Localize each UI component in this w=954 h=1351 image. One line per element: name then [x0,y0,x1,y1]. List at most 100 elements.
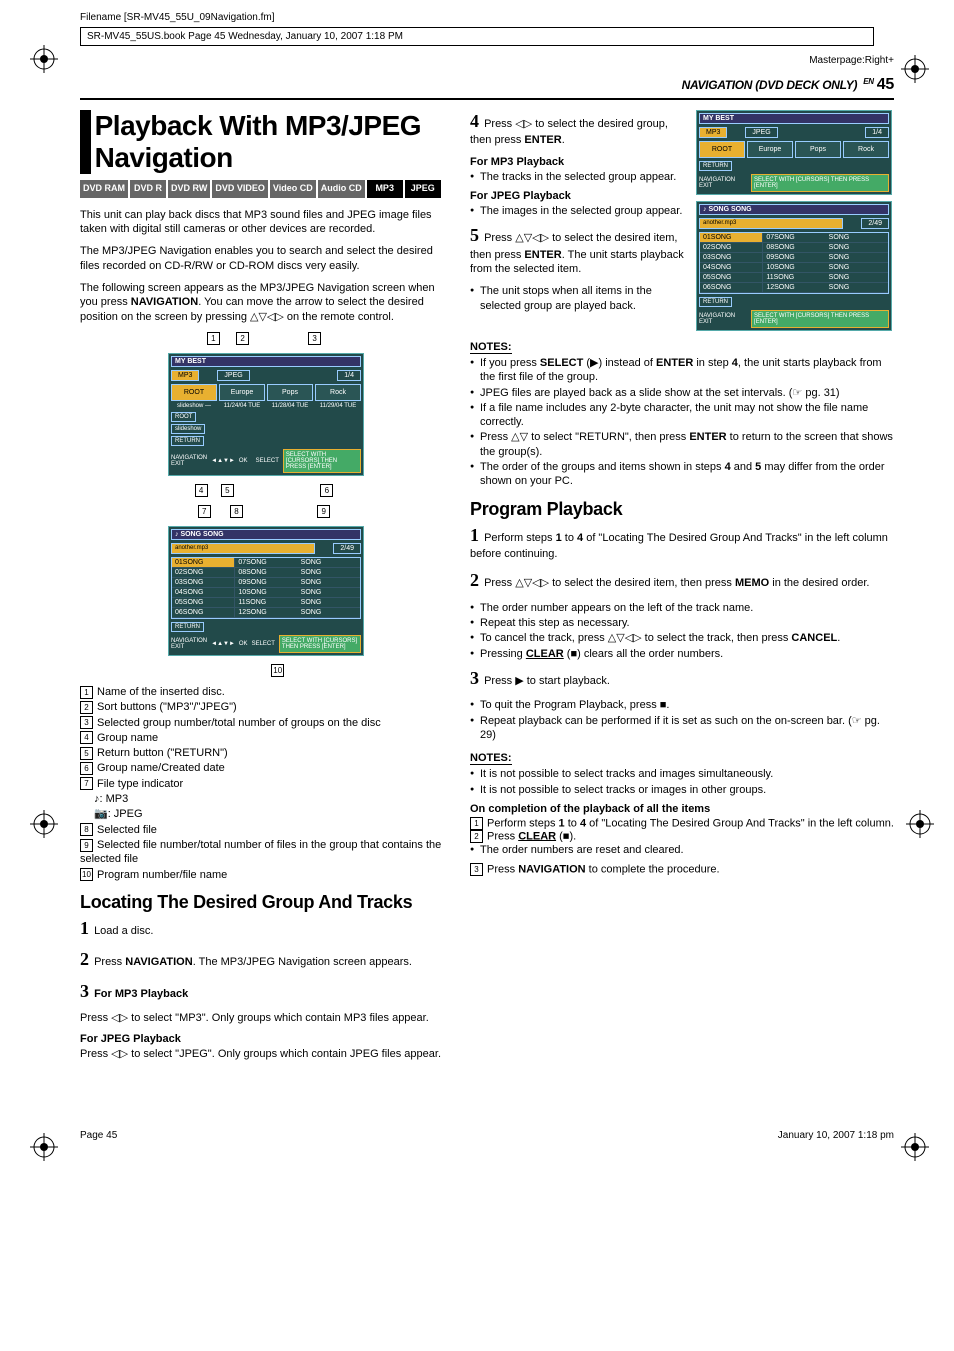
osd-page: 1/4 [865,127,889,138]
osd-file-label: SONG [298,558,360,568]
step-2: 2 Press NAVIGATION. The MP3/JPEG Navigat… [80,948,452,971]
program-heading: Program Playback [470,499,894,520]
intro-p2: The MP3/JPEG Navigation enables you to s… [80,244,452,273]
osd-group-root[interactable]: ROOT [171,384,217,401]
osd-file-row[interactable]: 12SONG [235,608,297,618]
osd2-callouts-bottom: 10 [80,664,452,677]
legend-item: Group name [97,732,158,744]
mp3-note: The tracks in the selected group appear. [470,170,894,184]
osd-tab-mp3[interactable]: MP3 [699,127,727,138]
osd-file-row[interactable]: 07SONG [235,558,297,568]
legend-item: Return button ("RETURN") [97,747,228,759]
filename-label: Filename [SR-MV45_55U_09Navigation.fm] [80,12,894,23]
osd-file-row[interactable]: 01SONG [172,558,235,568]
badge-vcd: Video CD [270,180,316,198]
osd-file-row[interactable]: 05SONG [172,598,235,608]
osd-date: 11/28/04 TUE [267,403,313,409]
osd-return-button[interactable]: RETURN [171,622,204,632]
crop-mark-icon [30,1133,58,1161]
osd-screen-groups: MY BEST MP3 JPEG 1/4 ROOT Europe Pops Ro… [168,353,364,476]
prog-step-3: 3 Press ▶ to start playback. [470,667,894,690]
step-3-jpeg-body: Press ◁▷ to select "JPEG". Only groups w… [80,1047,452,1061]
step-3-body: Press ◁▷ to select "MP3". Only groups wh… [80,1011,452,1025]
footer-page: Page 45 [80,1130,117,1141]
osd-file-row[interactable]: 08SONG [235,568,297,578]
osd-file-row[interactable]: 06SONG [172,608,235,618]
legend-item: Selected group number/total number of gr… [97,717,381,729]
osd-date: 11/24/04 TUE [219,403,265,409]
jpeg-note: The images in the selected group appear. [470,204,894,218]
media-badges: DVD RAM DVD R DVD RW DVD VIDEO Video CD … [80,180,452,198]
osd-file-page: 2/49 [861,218,889,229]
legend-sub-jpeg: 📷: JPEG [80,807,452,821]
osd-tab-jpeg[interactable]: JPEG [745,127,777,138]
crop-mark-icon [901,1133,929,1161]
step-5-note: The unit stops when all items in the sel… [470,284,894,313]
osd-screen-files: ♪ SONG SONG another.mp32/49 01SONG07SONG… [168,526,364,656]
badge-mp3: MP3 [367,180,403,198]
prog-notes: It is not possible to select tracks and … [470,767,894,797]
prog-step-1: 1 Perform steps 1 to 4 of "Locating The … [470,524,894,562]
osd-group[interactable]: Europe [219,384,265,401]
osd-file-label: SONG [298,568,360,578]
osd-file[interactable]: 10SONG [763,263,825,273]
osd-group[interactable]: Pops [267,384,313,401]
locating-heading: Locating The Desired Group And Tracks [80,892,452,913]
osd-tab-jpeg[interactable]: JPEG [217,370,249,381]
osd-file[interactable]: 02SONG [700,243,763,253]
osd-group[interactable]: Europe [747,141,793,158]
osd-file[interactable]: 07SONG [763,233,825,243]
osd-current-file: another.mp3 [699,218,843,229]
osd-nav-exit: NAVIGATION EXIT [171,638,207,650]
osd-page-indicator: 1/4 [337,370,361,381]
osd-file[interactable]: 04SONG [700,263,763,273]
osd-file-label: SONG [298,598,360,608]
crop-mark-icon [30,45,58,73]
osd-slideshow: slideshow [171,424,205,434]
osd-file-label: SONG [826,253,888,263]
osd-hint: SELECT WITH [CURSORS] THEN PRESS [ENTER] [283,449,361,473]
notes-list: If you press SELECT (▶) instead of ENTER… [470,356,894,489]
osd-file-label: SONG [826,243,888,253]
osd-file-label: SONG [826,273,888,283]
osd-group[interactable]: Rock [843,141,889,158]
osd-file[interactable]: 08SONG [763,243,825,253]
completion-heading: On completion of the playback of all the… [470,803,894,815]
osd-group[interactable]: Pops [795,141,841,158]
osd-tab-mp3[interactable]: MP3 [171,370,199,381]
osd-file[interactable]: 09SONG [763,253,825,263]
osd-return-button[interactable]: RETURN [171,436,204,446]
legend-item: Name of the inserted disc. [97,686,225,698]
badge-acd: Audio CD [318,180,365,198]
completion-steps: 1Perform steps 1 to 4 of "Locating The D… [470,817,894,876]
notes-heading: NOTES: [470,752,512,765]
osd-file[interactable]: 11SONG [763,273,825,283]
osd-nav-exit: NAVIGATION EXIT [171,455,207,467]
osd-file[interactable]: 01SONG [700,233,763,243]
notes-heading: NOTES: [470,341,512,354]
osd-file-label: SONG [298,608,360,618]
badge-dvdrw: DVD RW [168,180,210,198]
osd-hint: SELECT WITH [CURSORS] THEN PRESS [ENTER] [279,635,361,653]
osd-file-row[interactable]: 03SONG [172,578,235,588]
osd-file-label: SONG [826,263,888,273]
badge-dvdram: DVD RAM [80,180,128,198]
osd-file-row[interactable]: 02SONG [172,568,235,578]
osd-file[interactable]: 05SONG [700,273,763,283]
prog-step3-notes: To quit the Program Playback, press ■. R… [470,698,894,742]
osd-file-row[interactable]: 04SONG [172,588,235,598]
prog-step-2: 2 Press △▽◁▷ to select the desired item,… [470,569,894,592]
osd-file-row[interactable]: 10SONG [235,588,297,598]
legend-item: Selected file [97,824,157,836]
osd-group[interactable]: ROOT [699,141,745,158]
legend-item: Group name/Created date [97,762,225,774]
crop-mark-icon [30,810,58,838]
osd-group[interactable]: Rock [315,384,361,401]
main-title: Playback With MP3/JPEG Navigation [80,110,452,174]
intro-p3: The following screen appears as the MP3/… [80,281,452,324]
osd-file-row[interactable]: 09SONG [235,578,297,588]
osd-file-label: SONG [298,578,360,588]
osd-file-row[interactable]: 11SONG [235,598,297,608]
osd-file[interactable]: 03SONG [700,253,763,263]
badge-dvdr: DVD R [130,180,166,198]
